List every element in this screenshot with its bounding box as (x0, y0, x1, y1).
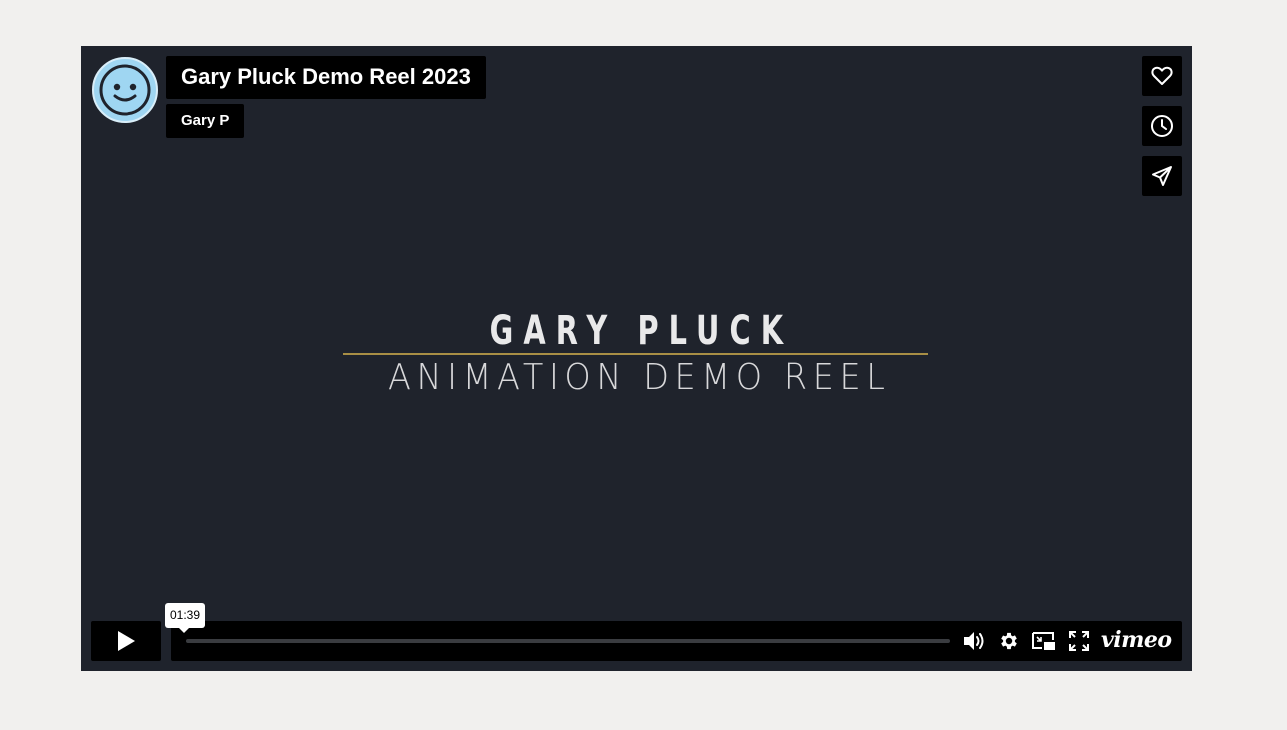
picture-in-picture-button[interactable] (1032, 629, 1056, 653)
like-button[interactable] (1142, 56, 1182, 96)
progress-bar[interactable] (186, 639, 950, 643)
volume-button[interactable] (962, 629, 986, 653)
frame-title-name: GARY PLUCK (489, 308, 794, 354)
vimeo-logo-link[interactable]: vimeo (1101, 627, 1172, 653)
heart-icon (1151, 66, 1173, 85)
fullscreen-button[interactable] (1067, 629, 1091, 653)
settings-button[interactable] (997, 629, 1021, 653)
time-tooltip: 01:39 (165, 603, 206, 633)
author-name-link[interactable]: Gary P (166, 104, 245, 138)
volume-icon (964, 632, 984, 650)
frame-title-divider (343, 353, 928, 355)
author-avatar[interactable] (92, 57, 158, 123)
smiley-face-icon (99, 64, 151, 116)
picture-in-picture-icon (1032, 632, 1055, 650)
play-button[interactable] (91, 621, 161, 661)
video-title-link[interactable]: Gary Pluck Demo Reel 2023 (166, 56, 486, 99)
control-bar: vimeo (171, 621, 1182, 661)
fullscreen-icon (1069, 631, 1089, 651)
paper-plane-icon (1152, 166, 1172, 186)
play-icon (118, 631, 135, 651)
video-player[interactable]: Gary Pluck Demo Reel 2023 Gary P GARY PL… (81, 46, 1192, 671)
watch-later-button[interactable] (1142, 106, 1182, 146)
clock-icon (1151, 115, 1173, 137)
frame-title-subtitle: ANIMATION DEMO REEL (388, 357, 891, 398)
gear-icon (1001, 632, 1017, 650)
share-button[interactable] (1142, 156, 1182, 196)
